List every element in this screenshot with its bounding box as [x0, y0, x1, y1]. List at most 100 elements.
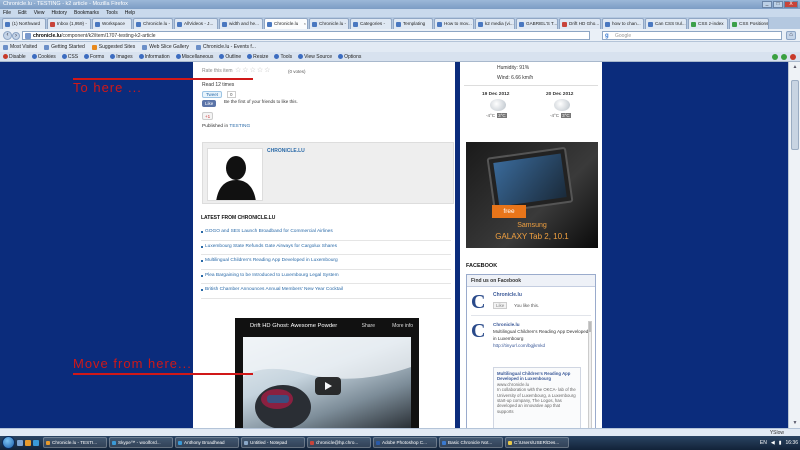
maximize-button[interactable]: □ [773, 1, 783, 8]
close-tab-icon[interactable]: × [304, 19, 306, 29]
dev-view-source[interactable]: View Source [298, 52, 332, 61]
video-title[interactable]: Drift HD Ghost: Awesome Powder [250, 323, 337, 329]
firefox-icon[interactable] [25, 440, 31, 446]
dev-images[interactable]: Images [110, 52, 133, 61]
browser-tab[interactable]: AllVideos - J... [174, 18, 218, 29]
star-icon[interactable]: ☆ [250, 67, 256, 74]
dev-disable[interactable]: Disable [3, 52, 26, 61]
star-icon[interactable]: ☆ [257, 67, 263, 74]
latest-item-link[interactable]: Plea Bargaining to be Introduced to Luxe… [201, 270, 451, 284]
dev-tools[interactable]: Tools [274, 52, 292, 61]
start-button-icon[interactable] [2, 436, 15, 449]
browser-tab[interactable]: Categories - [350, 18, 392, 29]
star-icon[interactable]: ☆ [242, 67, 248, 74]
bookmark-chronicle-events[interactable]: Chronicle.lu - Events f... [195, 42, 256, 52]
taskbar-item[interactable]: chronicle@hp.chro... [307, 437, 371, 448]
dev-resize[interactable]: Resize [247, 52, 268, 61]
browser-tab[interactable]: Workspace [92, 18, 132, 29]
fb-find-us[interactable]: Find us on Facebook [467, 275, 595, 287]
check-icon[interactable] [772, 54, 778, 60]
menu-view[interactable]: View [34, 9, 45, 17]
home-button[interactable]: ⌂ [786, 31, 796, 40]
taskbar-item[interactable]: Anthony Broadhead [175, 437, 239, 448]
chronicle-logo-icon[interactable]: C [471, 292, 489, 312]
menu-bookmarks[interactable]: Bookmarks [74, 9, 99, 17]
taskbar-item[interactable]: C:\Users\USER\Des... [505, 437, 569, 448]
latest-item-link[interactable]: GOGO and SES Launch Broadband for Commer… [201, 226, 451, 241]
fb-post-author[interactable]: Chronicle.lu [493, 322, 520, 327]
back-button[interactable]: ‹ [3, 31, 12, 40]
browser-tab[interactable]: Chronicle.lu - [309, 18, 349, 29]
scroll-up-icon[interactable]: ▲ [791, 63, 799, 71]
search-input[interactable]: g Google [602, 31, 782, 40]
network-icon[interactable]: ▮ [779, 440, 782, 446]
dev-miscellaneous[interactable]: Miscellaneous [175, 52, 213, 61]
video-more-info-button[interactable]: More info [392, 318, 413, 334]
facebook-like-button[interactable]: Like [202, 100, 217, 107]
dev-forms[interactable]: Forms [84, 52, 104, 61]
forward-button[interactable]: › [12, 31, 20, 40]
browser-tab[interactable]: Can CSS trul... [645, 18, 687, 29]
menu-history[interactable]: History [51, 9, 67, 17]
fb-scrollbar[interactable] [588, 321, 592, 433]
browser-tab[interactable]: Templating [393, 18, 433, 29]
scroll-down-icon[interactable]: ▼ [791, 419, 799, 427]
embedded-video[interactable]: Drift HD Ghost: Awesome Powder Share Mor… [235, 318, 419, 428]
dev-options[interactable]: Options [338, 52, 361, 61]
browser-tab[interactable]: Drift HD Gho... [559, 18, 601, 29]
dev-information[interactable]: Information [138, 52, 170, 61]
language-indicator[interactable]: EN [760, 440, 767, 446]
bookmark-suggested-sites[interactable]: Suggested Sites [91, 42, 135, 52]
taskbar-item[interactable]: Skype™ - woolford... [109, 437, 173, 448]
samsung-ad-banner[interactable]: free Samsung GALAXY Tab 2, 10.1 [466, 142, 598, 248]
fb-card-title[interactable]: Multilingual Children's Reading App Deve… [497, 371, 577, 382]
dev-cookies[interactable]: Cookies [31, 52, 56, 61]
menu-edit[interactable]: Edit [18, 9, 27, 17]
star-icon[interactable]: ☆ [264, 67, 270, 74]
taskbar-item[interactable]: Chronicle.lu - TESTI... [43, 437, 107, 448]
bookmark-getting-started[interactable]: Getting Started [44, 42, 85, 52]
browser-tab[interactable]: Inbox (1,959) - [47, 18, 91, 29]
menu-tools[interactable]: Tools [106, 9, 118, 17]
dev-outline[interactable]: Outline [219, 52, 241, 61]
browser-tab[interactable]: (1) Northward [2, 18, 46, 29]
google-plus-button[interactable]: +1 [202, 112, 214, 120]
bookmark-most-visited[interactable]: Most Visited [3, 42, 37, 52]
browser-tab[interactable]: CSS Positions [729, 18, 769, 29]
volume-icon[interactable]: ◀ [771, 440, 775, 446]
browser-tab[interactable]: k2 media (vi... [475, 18, 515, 29]
browser-tab[interactable]: GABRIEL'S T... [516, 18, 558, 29]
page-scrollbar[interactable]: ▲ ▼ [788, 62, 800, 428]
published-category-link[interactable]: TESTING [229, 124, 250, 129]
fb-like-button[interactable]: Like [493, 302, 508, 309]
latest-item-link[interactable]: British Chamber Announces Annual Members… [201, 284, 451, 299]
check-icon[interactable] [781, 54, 787, 60]
chronicle-logo-icon[interactable]: C [471, 321, 489, 341]
explorer-icon[interactable] [17, 440, 23, 446]
browser-tab[interactable]: width and he... [219, 18, 263, 29]
clock[interactable]: 16:36 [785, 440, 798, 446]
fb-link-card[interactable]: Multilingual Children's Reading App Deve… [493, 367, 581, 433]
taskbar-item[interactable]: Untitled - Notepad [241, 437, 305, 448]
taskbar-item[interactable]: Adobe Photoshop C... [373, 437, 437, 448]
scroll-thumb[interactable] [791, 80, 799, 150]
menu-file[interactable]: File [3, 9, 11, 17]
skype-icon[interactable] [33, 440, 39, 446]
play-button[interactable] [315, 377, 341, 395]
bookmark-web-slice-gallery[interactable]: Web Slice Gallery [142, 42, 189, 52]
error-icon[interactable] [790, 54, 796, 60]
minimize-button[interactable]: _ [762, 1, 772, 8]
rating-stars[interactable]: ☆ ☆ ☆ ☆ ☆ [235, 67, 270, 74]
dev-css[interactable]: CSS [61, 52, 78, 61]
video-share-button[interactable]: Share [362, 318, 375, 334]
browser-tab-active[interactable]: Chronicle.lu × [264, 18, 308, 29]
browser-tab[interactable]: Chronicle.lu - [133, 18, 173, 29]
browser-tab[interactable]: how to chan... [602, 18, 644, 29]
browser-tab[interactable]: How to mov... [434, 18, 474, 29]
taskbar-item[interactable]: Basic Chronicle Not... [439, 437, 503, 448]
star-icon[interactable]: ☆ [235, 67, 241, 74]
latest-item-link[interactable]: Luxembourg State Refunds Gate Airways fo… [201, 241, 451, 255]
close-button[interactable]: X [784, 1, 798, 8]
url-bar[interactable]: chronicle.lu/component/k2/item/1707-test… [22, 31, 590, 40]
fb-page-name-link[interactable]: Chronicle.lu [493, 292, 522, 298]
